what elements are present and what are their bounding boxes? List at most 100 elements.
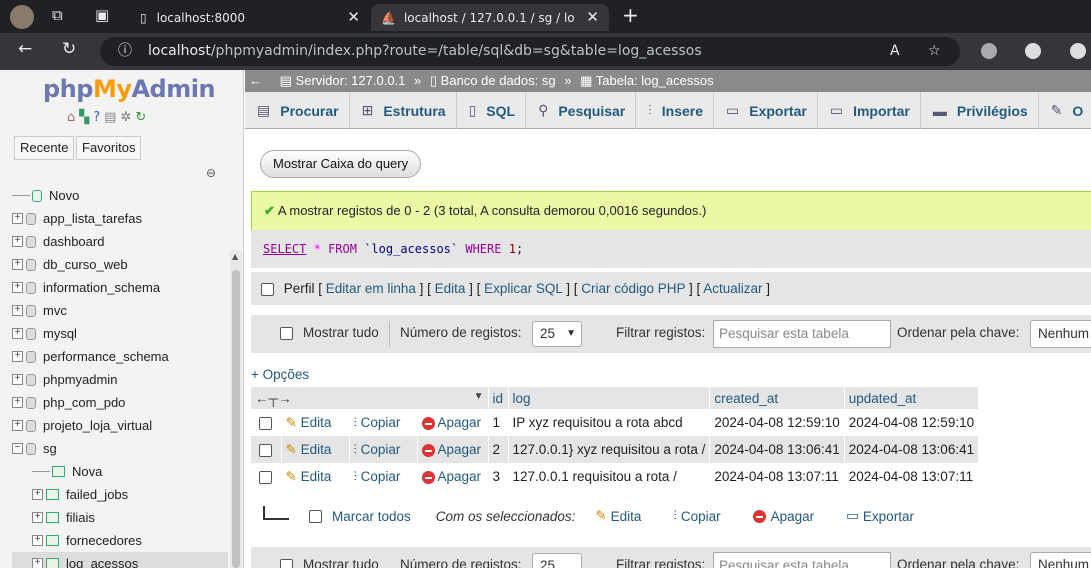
- cell-updated-at[interactable]: 2024-04-08 13:06:41: [844, 436, 980, 463]
- tab-operations[interactable]: ✎ O: [1039, 92, 1091, 129]
- tree-item[interactable]: Novo: [12, 184, 228, 207]
- create-php-code-link[interactable]: Criar código PHP: [581, 281, 685, 296]
- tree-item[interactable]: + mysql: [12, 322, 228, 345]
- cell-updated-at[interactable]: 2024-04-08 12:59:10: [844, 409, 980, 436]
- link-icon[interactable]: ⊖: [206, 166, 216, 180]
- cell-id[interactable]: 3: [488, 463, 509, 490]
- row-checkbox[interactable]: [259, 416, 273, 430]
- recent-button[interactable]: Recente: [14, 136, 75, 160]
- breadcrumb-database[interactable]: Banco de dados: sg: [441, 73, 556, 88]
- logout-icon[interactable]: ▚: [79, 110, 89, 125]
- tree-item[interactable]: + failed_jobs: [12, 483, 228, 506]
- expand-icon[interactable]: +: [12, 328, 23, 339]
- bulk-export-button[interactable]: Exportar: [863, 509, 914, 524]
- row-checkbox[interactable]: [259, 470, 273, 484]
- cell-id[interactable]: 2: [488, 436, 509, 463]
- copy-row-button[interactable]: Copiar: [361, 415, 401, 430]
- reload-icon[interactable]: ↻: [62, 39, 76, 59]
- back-icon[interactable]: ←: [18, 39, 32, 59]
- expand-icon[interactable]: +: [12, 420, 23, 431]
- expand-icon[interactable]: +: [12, 397, 23, 408]
- column-width-icon[interactable]: ┬: [269, 391, 279, 406]
- column-header-id[interactable]: id: [488, 387, 509, 409]
- workspaces-icon[interactable]: ⧉: [52, 6, 63, 24]
- breadcrumb-server[interactable]: Servidor: 127.0.0.1: [296, 73, 406, 88]
- tab-sql[interactable]: ▯ SQL: [457, 92, 527, 129]
- docs-icon[interactable]: ▤: [104, 110, 116, 125]
- delete-row-button[interactable]: Apagar: [438, 442, 482, 457]
- collapse-sidebar-icon[interactable]: ←: [249, 73, 262, 88]
- filter-input[interactable]: Pesquisar esta tabela: [713, 552, 891, 568]
- tab-export[interactable]: ▭ Exportar: [714, 92, 818, 129]
- sort-key-select[interactable]: Nenhum: [1030, 320, 1091, 348]
- scroll-up-icon[interactable]: ▲: [232, 252, 238, 261]
- url-input[interactable]: ⓘ localhost/phpmyadmin/index.php?route=/…: [100, 37, 960, 66]
- close-tab-icon[interactable]: ✕: [347, 8, 360, 26]
- profile-avatar[interactable]: [10, 5, 34, 29]
- expand-icon[interactable]: +: [32, 535, 43, 546]
- tree-item[interactable]: + projeto_loja_virtual: [12, 414, 228, 437]
- new-tab-icon[interactable]: +: [622, 3, 639, 27]
- delete-row-button[interactable]: Apagar: [438, 469, 482, 484]
- show-query-box-button[interactable]: Mostrar Caixa do query: [260, 150, 422, 178]
- tab-browse[interactable]: ▤ Procurar: [245, 92, 350, 129]
- close-tab-icon[interactable]: ✕: [586, 8, 599, 26]
- favorites-button[interactable]: Favoritos: [76, 136, 142, 160]
- tab-privileges[interactable]: ▬ Privilégios: [921, 92, 1039, 129]
- scrollbar-thumb[interactable]: [232, 270, 240, 568]
- check-all-checkbox[interactable]: [309, 509, 322, 523]
- tree-item[interactable]: + mvc: [12, 299, 228, 322]
- copy-row-button[interactable]: Copiar: [361, 469, 401, 484]
- help-icon[interactable]: ?: [93, 110, 100, 125]
- expand-icon[interactable]: +: [32, 558, 43, 568]
- breadcrumb-table[interactable]: Tabela: log_acessos: [596, 73, 714, 88]
- bulk-edit-button[interactable]: Edita: [611, 509, 642, 524]
- expand-icon[interactable]: +: [32, 489, 43, 500]
- settings-icon[interactable]: ✲: [120, 110, 131, 125]
- cell-log[interactable]: 127.0.0.1 requisitou a rota /: [508, 463, 711, 490]
- browser-tab-phpmyadmin[interactable]: ⛵ localhost / 127.0.0.1 / sg / log_ac ✕: [371, 4, 609, 31]
- sort-dropdown-icon[interactable]: ▼: [474, 391, 484, 402]
- edit-row-button[interactable]: Edita: [301, 442, 332, 457]
- extension-icon[interactable]: [1070, 43, 1086, 59]
- edit-link[interactable]: Edita: [435, 281, 466, 296]
- edit-row-button[interactable]: Edita: [301, 415, 332, 430]
- num-records-select[interactable]: 25 ▼: [532, 321, 582, 347]
- inline-edit-link[interactable]: Editar em linha: [326, 281, 416, 296]
- cell-log[interactable]: IP xyz requisitou a rota abcd: [508, 409, 711, 436]
- copy-row-button[interactable]: Copiar: [361, 442, 401, 457]
- tree-item[interactable]: + dashboard: [12, 230, 228, 253]
- sql-keyword[interactable]: SELECT: [263, 242, 306, 256]
- tree-item[interactable]: + log_acessos: [12, 552, 228, 568]
- cell-updated-at[interactable]: 2024-04-08 13:07:11: [844, 463, 980, 490]
- profiling-checkbox[interactable]: [261, 282, 274, 296]
- check-all-label[interactable]: Marcar todos: [332, 509, 411, 524]
- tab-insert[interactable]: ⫶ Insere: [636, 92, 715, 129]
- phpmyadmin-logo[interactable]: phpMyAdmin: [43, 75, 216, 103]
- expand-icon[interactable]: +: [32, 512, 43, 523]
- tab-search[interactable]: ⚲ Pesquisar: [526, 92, 637, 129]
- expand-icon[interactable]: +: [12, 236, 23, 247]
- filter-input[interactable]: Pesquisar esta tabela: [713, 320, 891, 348]
- column-header-log[interactable]: log: [508, 387, 711, 409]
- tab-actions-icon[interactable]: ▣: [95, 6, 109, 24]
- column-header-created-at[interactable]: created_at: [709, 387, 845, 409]
- delete-row-button[interactable]: Apagar: [438, 415, 482, 430]
- extension-icon[interactable]: [1025, 43, 1041, 59]
- row-checkbox[interactable]: [259, 443, 273, 457]
- cell-log[interactable]: 127.0.0.1} xyz requisitou a rota /: [508, 436, 711, 463]
- column-header-updated-at[interactable]: updated_at: [844, 387, 980, 409]
- bulk-delete-button[interactable]: Apagar: [771, 509, 815, 524]
- read-aloud-icon[interactable]: A: [890, 37, 900, 66]
- home-icon[interactable]: ⌂: [67, 110, 75, 125]
- num-records-select[interactable]: 25: [532, 553, 582, 568]
- tree-item[interactable]: + filiais: [12, 506, 228, 529]
- refresh-link[interactable]: Actualizar: [703, 281, 762, 296]
- bulk-copy-button[interactable]: Copiar: [681, 509, 721, 524]
- cell-id[interactable]: 1: [488, 409, 509, 436]
- tree-item[interactable]: Nova: [12, 460, 228, 483]
- favorite-star-icon[interactable]: ☆: [928, 37, 941, 66]
- tree-item[interactable]: + phpmyadmin: [12, 368, 228, 391]
- show-all-checkbox[interactable]: [280, 559, 293, 568]
- show-all-checkbox[interactable]: [280, 327, 293, 340]
